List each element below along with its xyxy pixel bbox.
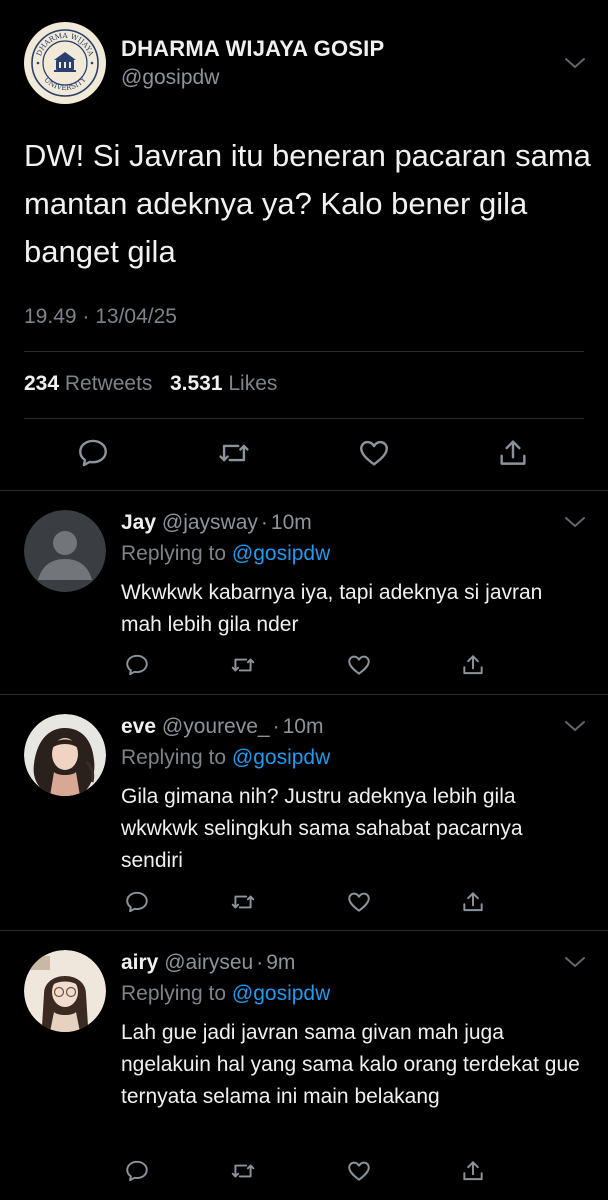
reply-author-handle[interactable]: @airyseu xyxy=(164,951,253,974)
replying-to-label: Replying to xyxy=(121,982,227,1005)
reply-icon[interactable] xyxy=(76,436,110,470)
reply-text: Gila gimana nih? Justru adeknya lebih gi… xyxy=(121,785,523,872)
retweet-icon[interactable] xyxy=(230,652,256,678)
share-icon[interactable] xyxy=(496,436,530,470)
reply-header: Jay @jaysway · 10m xyxy=(121,511,312,535)
profile-photo xyxy=(24,714,106,796)
retweet-icon[interactable] xyxy=(217,436,251,470)
replying-to: Replying to @gosipdw xyxy=(121,542,330,566)
reply-author-handle[interactable]: @jaysway xyxy=(162,511,258,534)
retweets-count[interactable]: 234 xyxy=(24,372,59,395)
profile-photo xyxy=(24,950,106,1032)
avatar[interactable] xyxy=(24,950,106,1032)
divider xyxy=(24,351,584,352)
separator-dot: · xyxy=(260,511,268,534)
chevron-down-icon[interactable] xyxy=(564,515,586,529)
divider xyxy=(24,418,584,419)
reply-author-handle[interactable]: @youreve_ xyxy=(162,715,270,738)
likes-count[interactable]: 3.531 xyxy=(170,372,223,395)
reply-tweet[interactable]: Jay @jaysway · 10m Replying to @gosipdw Wk… xyxy=(0,491,608,694)
university-seal-logo: DHARMA WIJAYA UNIVERSITY xyxy=(25,23,105,103)
heart-icon[interactable] xyxy=(346,889,372,915)
replying-to: Replying to @gosipdw xyxy=(121,746,330,770)
replying-to: Replying to @gosipdw xyxy=(121,982,330,1006)
avatar[interactable] xyxy=(24,510,106,592)
reply-time[interactable]: 10m xyxy=(283,715,324,738)
account-avatar[interactable]: DHARMA WIJAYA UNIVERSITY xyxy=(24,22,106,104)
reply-text: Wkwkwk kabarnya iya, tapi adeknya si jav… xyxy=(121,581,543,636)
separator-dot: · xyxy=(272,715,280,738)
chevron-down-icon[interactable] xyxy=(564,955,586,969)
mention-link[interactable]: @gosipdw xyxy=(232,982,330,1005)
retweet-icon[interactable] xyxy=(230,1158,256,1184)
likes-label[interactable]: Likes xyxy=(228,372,277,395)
account-name[interactable]: DHARMA WIJAYA GOSIP xyxy=(121,36,384,62)
default-avatar-icon xyxy=(24,510,106,592)
reply-header: airy @airyseu · 9m xyxy=(121,951,295,975)
separator-dot: · xyxy=(256,951,264,974)
reply-icon[interactable] xyxy=(124,889,150,915)
share-icon[interactable] xyxy=(460,1158,486,1184)
tweet-timestamp[interactable]: 19.49 · 13/04/25 xyxy=(24,305,177,329)
chevron-down-icon[interactable] xyxy=(564,719,586,733)
heart-icon[interactable] xyxy=(346,1158,372,1184)
mention-link[interactable]: @gosipdw xyxy=(232,746,330,769)
mention-link[interactable]: @gosipdw xyxy=(232,542,330,565)
reply-author-name[interactable]: airy xyxy=(121,951,158,974)
reply-header: eve @youreve_ · 10m xyxy=(121,715,323,739)
tweet-text: DW! Si Javran itu beneran pacaran sama m… xyxy=(24,138,591,269)
reply-tweet[interactable]: airy @airyseu · 9m Replying to @gosipdw La… xyxy=(0,931,608,1200)
reply-author-name[interactable]: eve xyxy=(121,715,156,738)
reply-author-name[interactable]: Jay xyxy=(121,511,156,534)
share-icon[interactable] xyxy=(460,652,486,678)
reply-time[interactable]: 9m xyxy=(266,951,295,974)
main-tweet: DHARMA WIJAYA UNIVERSITY DHARMA WIJAYA G… xyxy=(0,0,608,490)
reply-icon[interactable] xyxy=(124,1158,150,1184)
tweet-stats: 234 Retweets 3.531 Likes xyxy=(24,372,277,396)
reply-text: Lah gue jadi javran sama givan mah juga … xyxy=(121,1021,580,1108)
reply-tweet[interactable]: eve @youreve_ · 10m Replying to @gosipdw G… xyxy=(0,695,608,930)
account-handle[interactable]: @gosipdw xyxy=(121,66,219,90)
replying-to-label: Replying to xyxy=(121,746,227,769)
heart-icon[interactable] xyxy=(357,436,391,470)
retweet-icon[interactable] xyxy=(230,889,256,915)
heart-icon[interactable] xyxy=(346,652,372,678)
avatar[interactable] xyxy=(24,714,106,796)
replying-to-label: Replying to xyxy=(121,542,227,565)
reply-time[interactable]: 10m xyxy=(271,511,312,534)
retweets-label[interactable]: Retweets xyxy=(65,372,153,395)
share-icon[interactable] xyxy=(460,889,486,915)
reply-icon[interactable] xyxy=(124,652,150,678)
chevron-down-icon[interactable] xyxy=(564,56,586,70)
